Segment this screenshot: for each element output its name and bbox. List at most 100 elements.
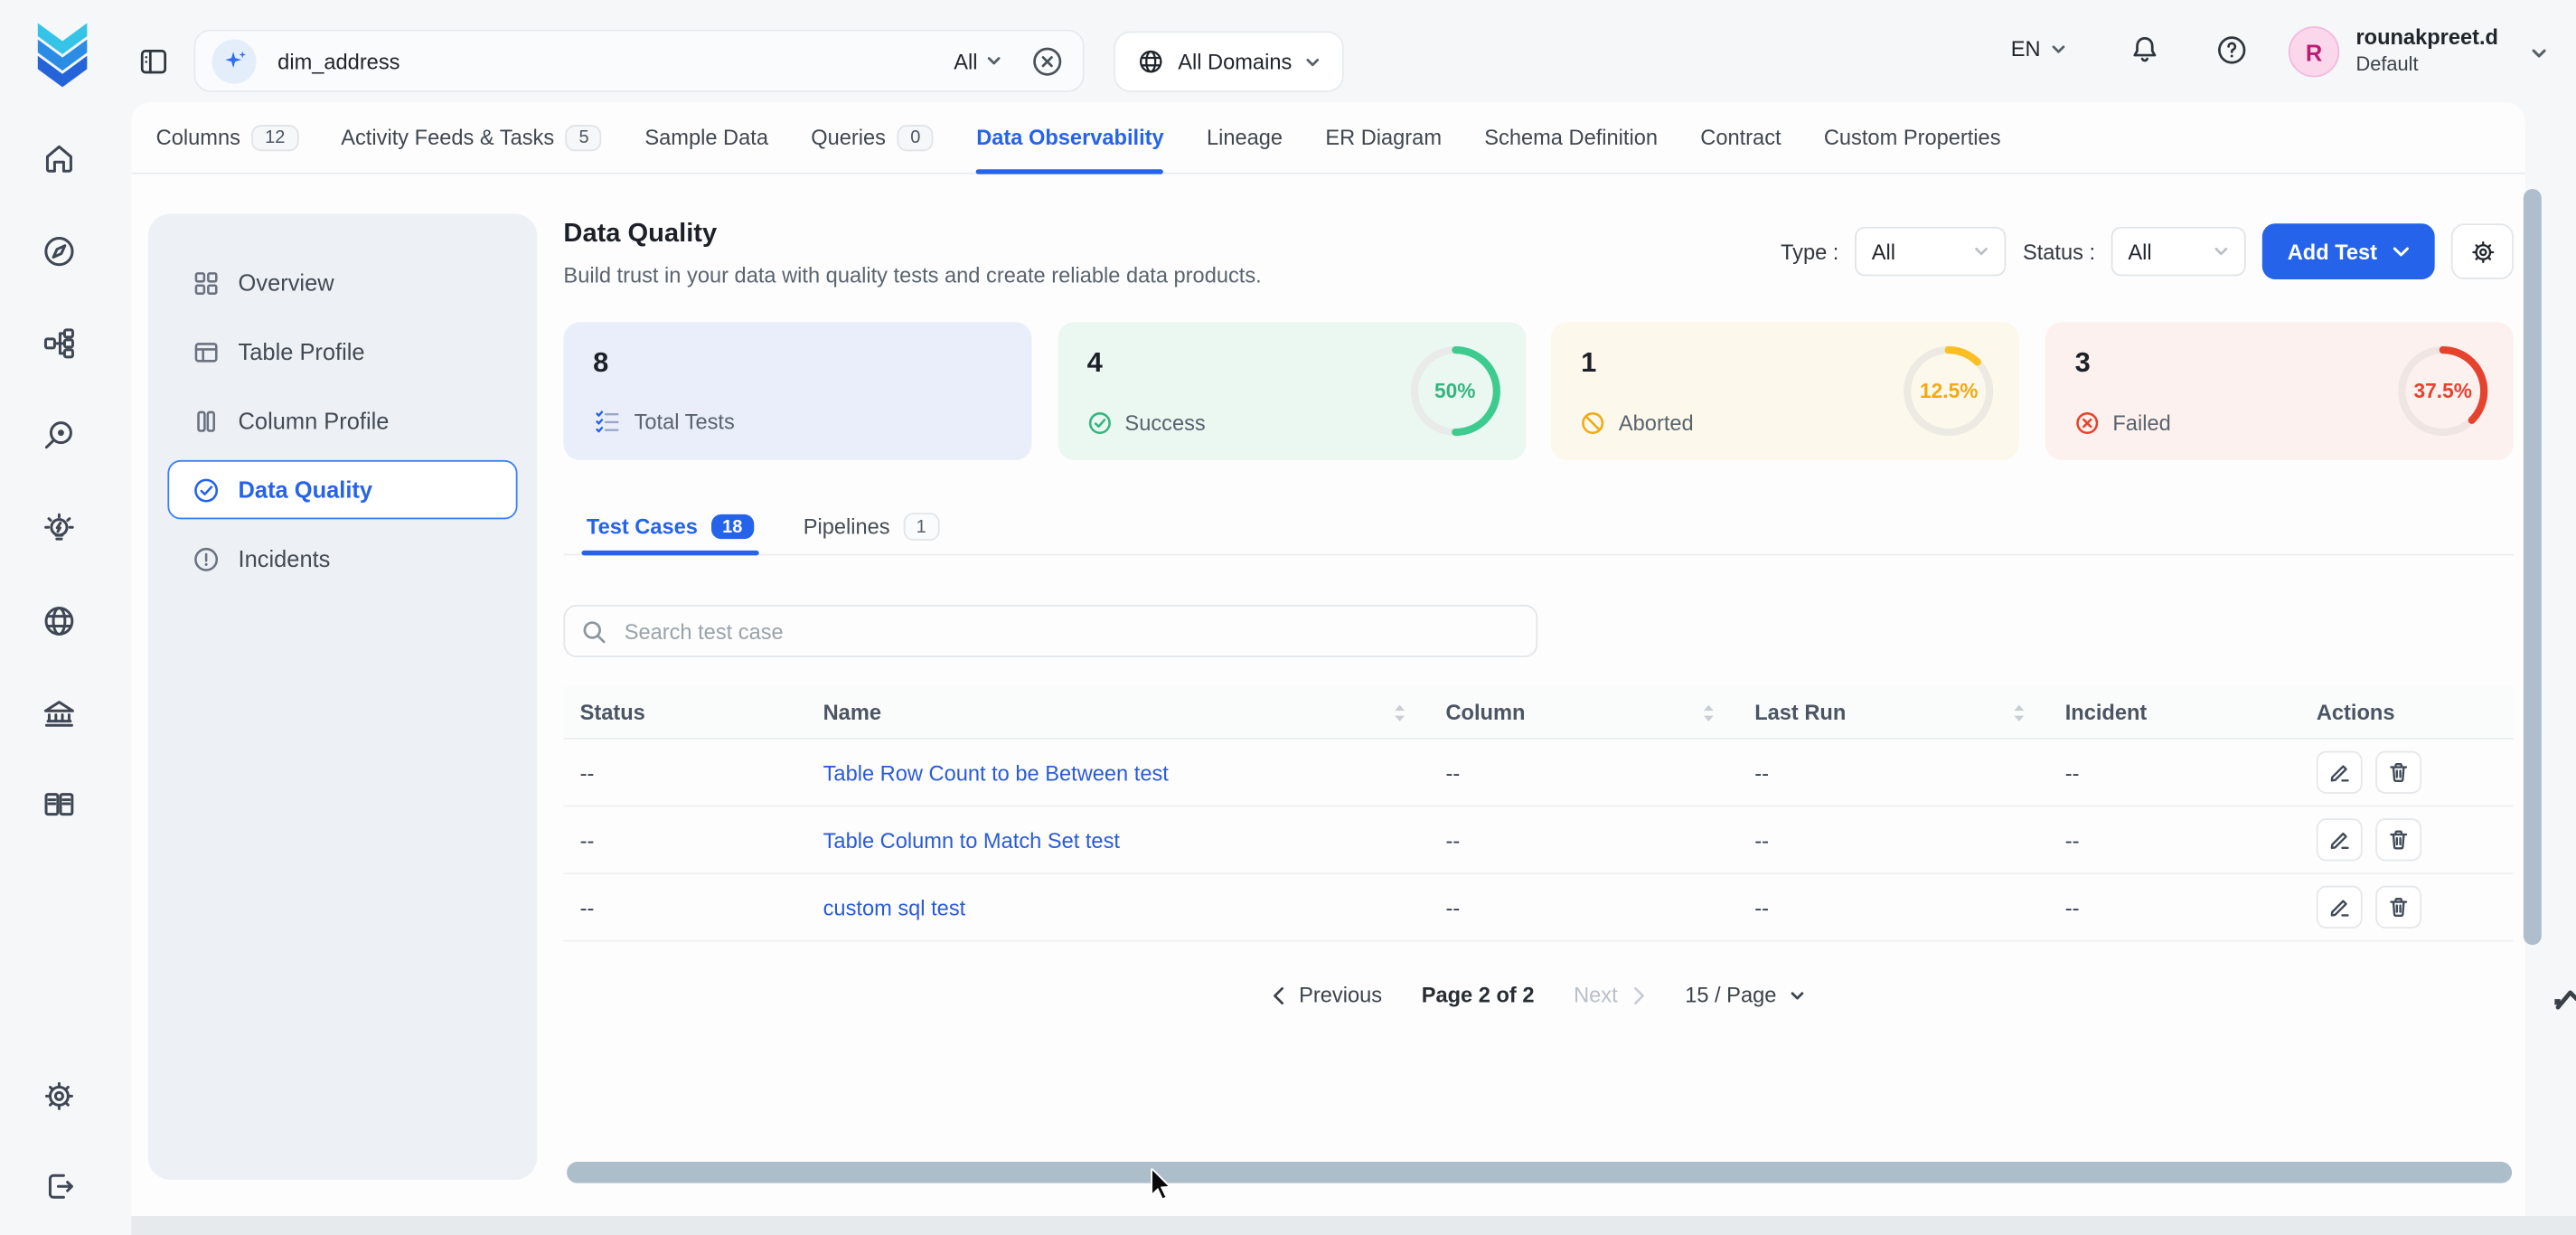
aborted-slash-icon — [1581, 410, 1605, 435]
status-filter-select[interactable]: All — [2111, 227, 2246, 277]
total-tests-card: 8 Total Tests — [563, 322, 1031, 460]
delete-button[interactable] — [2375, 751, 2421, 794]
col-status: Status — [563, 700, 806, 724]
tab-contract[interactable]: Contract — [1700, 102, 1781, 173]
edit-button[interactable] — [2317, 751, 2363, 794]
alert-circle-icon — [193, 545, 221, 573]
pipelines-count-badge: 1 — [903, 513, 939, 541]
test-case-link[interactable]: custom sql test — [823, 895, 966, 919]
sidenav-item-table-profile[interactable]: Table Profile — [167, 322, 517, 381]
tab-lineage[interactable]: Lineage — [1207, 102, 1283, 173]
observability-icon[interactable] — [41, 418, 77, 454]
tab-data-observability[interactable]: Data Observability — [976, 102, 1163, 173]
test-cases-table: Status Name Column Last Run Incident Act… — [563, 687, 2513, 942]
test-case-search[interactable] — [563, 605, 1537, 657]
test-case-link[interactable]: Table Column to Match Set test — [823, 827, 1120, 852]
gear-icon — [2468, 238, 2496, 266]
tab-pipelines[interactable]: Pipelines 1 — [804, 500, 940, 554]
tab-schema-definition[interactable]: Schema Definition — [1484, 102, 1658, 173]
globe-icon — [1137, 48, 1165, 76]
next-page-button[interactable]: Next — [1574, 983, 1645, 1007]
previous-page-button[interactable]: Previous — [1271, 983, 1382, 1007]
search-test-case-input[interactable] — [621, 618, 1519, 646]
trash-icon — [2387, 761, 2410, 784]
tab-sample-data[interactable]: Sample Data — [644, 102, 768, 173]
language-selector[interactable]: EN — [2011, 36, 2067, 61]
edit-button[interactable] — [2317, 886, 2363, 929]
user-menu-chevron-icon[interactable] — [2530, 44, 2548, 62]
pencil-icon — [2328, 761, 2351, 784]
tab-custom-properties[interactable]: Custom Properties — [1824, 102, 2001, 173]
notifications-bell-icon[interactable] — [2129, 34, 2161, 66]
failed-card: 3 Failed 37.5% — [2045, 322, 2514, 460]
chevron-down-icon — [1305, 53, 1321, 70]
vertical-scrollbar[interactable] — [2524, 189, 2542, 945]
failed-x-icon — [2075, 410, 2100, 435]
sidebar-toggle-icon[interactable] — [138, 46, 170, 78]
sort-icon[interactable] — [1393, 702, 1406, 722]
page-indicator: Page 2 of 2 — [1422, 983, 1535, 1007]
pencil-icon — [2328, 828, 2351, 851]
chevron-down-icon — [986, 52, 1002, 69]
insights-icon[interactable] — [41, 511, 77, 547]
entity-tab-bar: Columns12 Activity Feeds & Tasks5 Sample… — [131, 102, 2524, 174]
horizontal-scrollbar[interactable] — [567, 1162, 2512, 1183]
chevron-left-icon — [1271, 985, 1285, 1005]
check-circle-icon — [193, 476, 221, 504]
sidenav-item-data-quality[interactable]: Data Quality — [167, 460, 517, 519]
all-domains-button[interactable]: All Domains — [1114, 32, 1344, 92]
search-scope-dropdown[interactable]: All — [954, 49, 1002, 73]
help-icon[interactable] — [2216, 34, 2248, 66]
col-name: Name — [806, 700, 1429, 724]
aborted-card: 1 Aborted 12.5% — [1551, 322, 2019, 460]
failed-gauge: 37.5% — [2395, 344, 2490, 438]
tab-test-cases[interactable]: Test Cases 18 — [587, 500, 754, 554]
tab-queries[interactable]: Queries0 — [811, 102, 934, 173]
tab-activity-feeds[interactable]: Activity Feeds & Tasks5 — [341, 102, 602, 173]
table-row: -- custom sql test -- -- -- — [563, 874, 2513, 942]
sort-icon[interactable] — [1702, 702, 1716, 722]
bottom-edge-strip — [131, 1216, 2576, 1235]
trash-icon — [2387, 828, 2410, 851]
table-header-row: Status Name Column Last Run Incident Act… — [563, 687, 2513, 740]
page-size-select[interactable]: 15 / Page — [1685, 983, 1806, 1007]
sidenav-item-column-profile[interactable]: Column Profile — [167, 391, 517, 450]
chevron-right-icon — [1631, 985, 1645, 1005]
observability-side-nav: Overview Table Profile Column Profile Da… — [148, 213, 538, 1180]
domains-icon[interactable] — [41, 603, 77, 639]
user-menu[interactable]: rounakpreet.d Default — [2355, 24, 2498, 77]
sidenav-item-incidents[interactable]: Incidents — [167, 529, 517, 588]
ai-sparkle-icon — [212, 39, 256, 83]
type-filter-select[interactable]: All — [1856, 227, 2007, 277]
home-icon[interactable] — [41, 141, 77, 177]
aborted-gauge: 12.5% — [1902, 344, 1997, 438]
success-card: 4 Success 50% — [1058, 322, 1526, 460]
settings-gear-button[interactable] — [2451, 223, 2514, 279]
data-assets-icon[interactable] — [41, 325, 77, 362]
table-row: -- Table Row Count to be Between test --… — [563, 740, 2513, 807]
glossary-icon[interactable] — [41, 787, 77, 824]
sort-icon[interactable] — [2013, 702, 2026, 722]
test-case-link[interactable]: Table Row Count to be Between test — [823, 760, 1169, 785]
explore-icon[interactable] — [41, 233, 77, 269]
search-query-text: dim_address — [277, 49, 400, 73]
col-actions: Actions — [2300, 700, 2514, 724]
logout-icon[interactable] — [41, 1168, 77, 1204]
add-test-button[interactable]: Add Test — [2262, 223, 2434, 279]
tab-er-diagram[interactable]: ER Diagram — [1325, 102, 1442, 173]
col-incident: Incident — [2049, 700, 2300, 724]
governance-icon[interactable] — [41, 697, 77, 733]
delete-button[interactable] — [2375, 886, 2421, 929]
settings-icon[interactable] — [41, 1078, 77, 1114]
edit-button[interactable] — [2317, 818, 2363, 861]
tab-columns[interactable]: Columns12 — [156, 102, 298, 173]
global-search-bar[interactable]: dim_address All — [193, 30, 1084, 92]
openmetadata-logo-icon[interactable] — [33, 22, 91, 90]
delete-button[interactable] — [2375, 818, 2421, 861]
col-column: Column — [1429, 700, 1738, 724]
user-avatar[interactable]: R — [2289, 26, 2339, 77]
sidenav-item-overview[interactable]: Overview — [167, 253, 517, 312]
clear-search-icon[interactable] — [1031, 45, 1063, 77]
left-navigation-rail — [0, 102, 118, 1235]
table-icon — [193, 338, 221, 366]
